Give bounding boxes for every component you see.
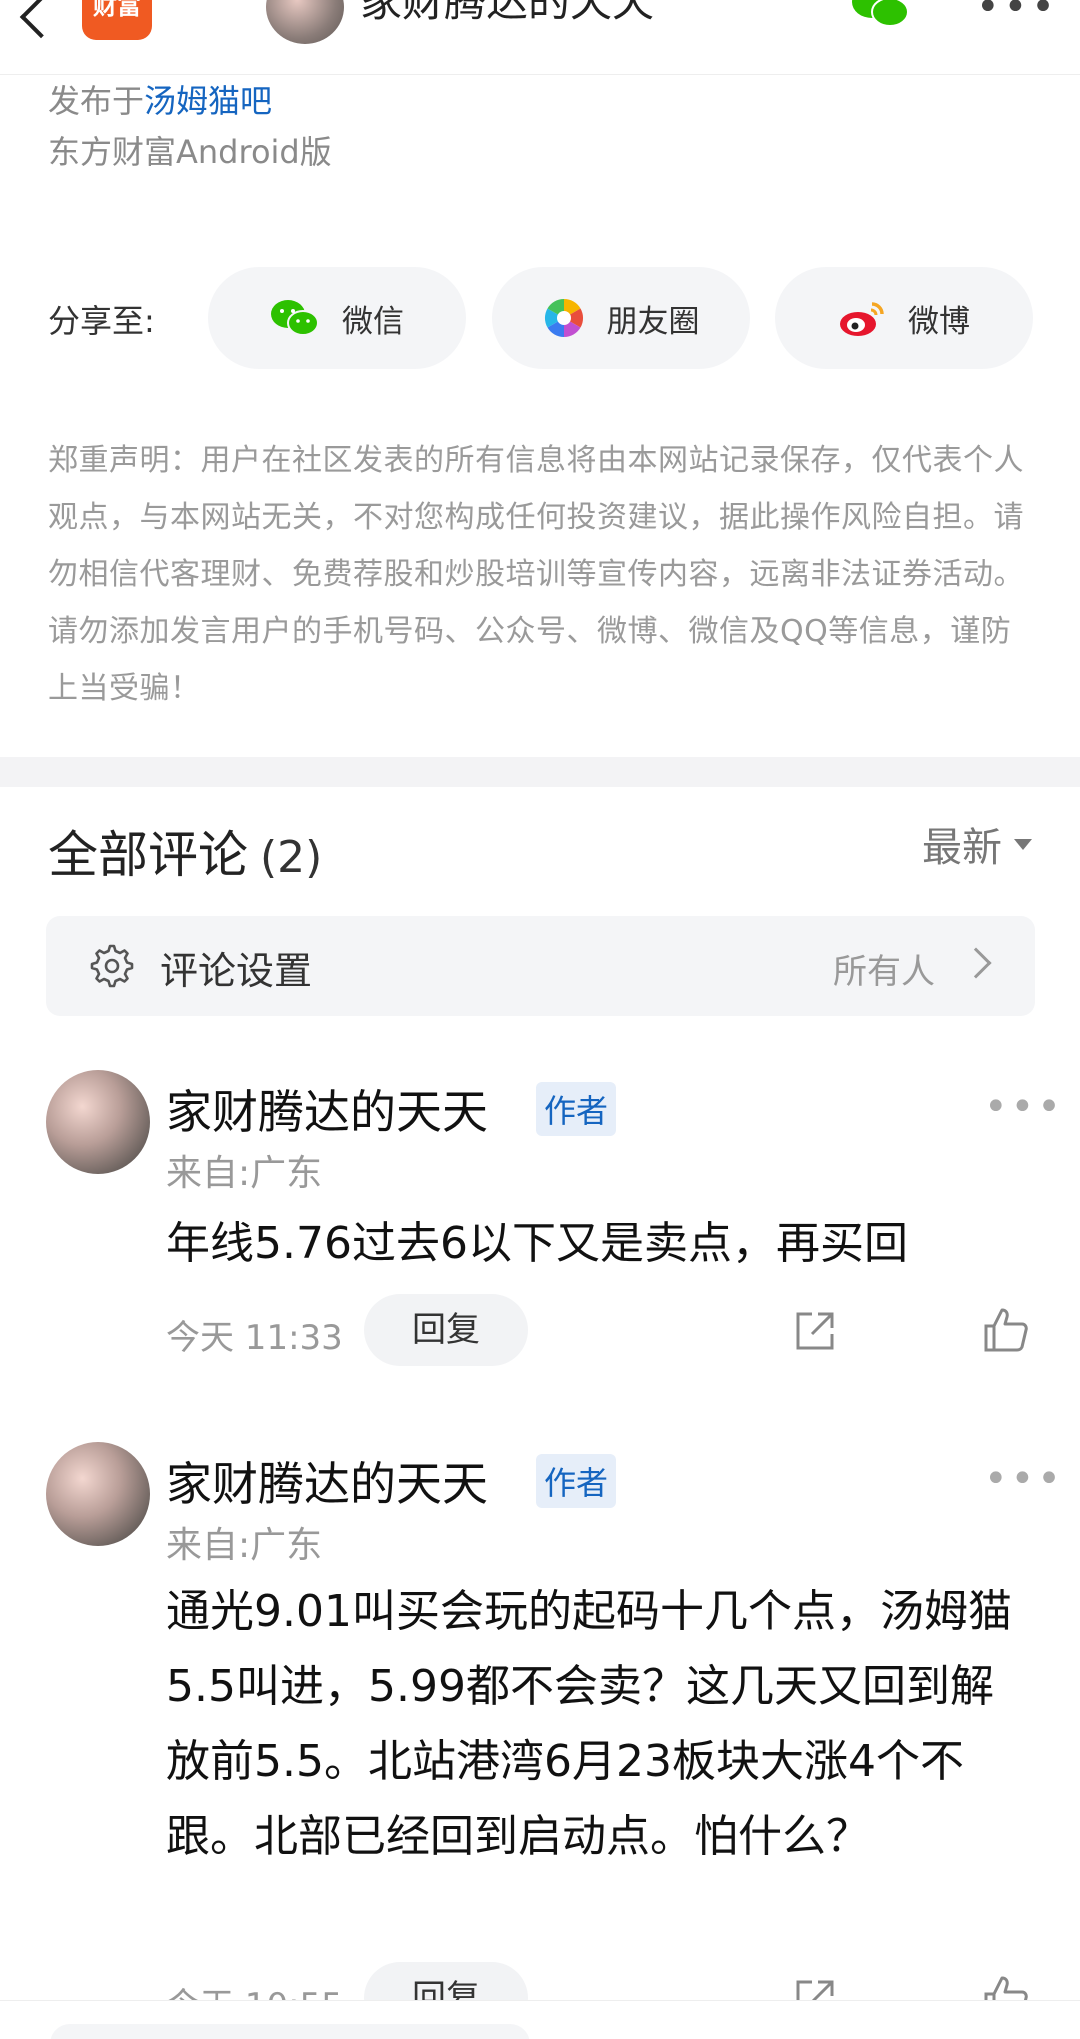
caret-down-icon [1014,838,1032,850]
share-label: 分享至: [48,302,155,340]
thumbs-up-icon[interactable] [980,1304,1030,1354]
comment-settings-row[interactable]: 评论设置 所有人 [46,916,1035,1016]
app-logo: 财富 [82,0,152,40]
sort-dropdown[interactable]: 最新 [922,815,1032,873]
avatar[interactable] [46,1070,150,1174]
author-badge: 作者 [536,1082,617,1136]
wechat-icon [270,298,320,338]
comment-input-field[interactable] [50,2024,530,2039]
comment-settings-label: 评论设置 [160,949,313,993]
chevron-right-icon [960,947,992,979]
post-origin: 发布于汤姆猫吧 [48,76,272,122]
share-wechat-label: 微信 [342,303,404,340]
comment-body: 通光9.01叫买会玩的起码十几个点，汤姆猫5.5叫进，5.99都不会卖？这几天又… [166,1586,1012,1862]
reply-button[interactable]: 回复 [364,1294,528,1366]
back-arrow-icon[interactable] [19,0,63,39]
comment-settings-value: 所有人 [833,952,935,992]
sort-label: 最新 [922,825,1002,871]
author-badge: 作者 [536,1454,617,1508]
post-client: 东方财富Android版 [48,133,332,171]
comment-body: 年线5.76过去6以下又是卖点，再买回 [166,1218,908,1269]
more-options-icon[interactable]: ••• [984,1459,1064,1499]
comment-location: 来自:广东 [166,1525,323,1566]
section-divider [0,757,1080,787]
gear-icon [90,944,134,988]
commenter-name[interactable]: 家财腾达的天天 [166,1076,488,1142]
more-options-icon[interactable]: ••• [984,1087,1064,1127]
weibo-icon [838,298,886,338]
share-moments-label: 朋友圈 [606,303,700,340]
wechat-icon[interactable] [850,0,910,30]
bar-link[interactable]: 汤姆猫吧 [144,82,272,120]
share-icon[interactable] [792,1308,838,1354]
comments-count: (2) [260,832,323,883]
share-wechat-button[interactable]: 微信 [208,267,466,369]
top-nav-bar: 财富 家财腾达的天天 ••• [0,0,1080,75]
author-avatar[interactable] [266,0,344,44]
disclaimer-text: 郑重声明：用户在社区发表的所有信息将由本网站记录保存，仅代表个人观点，与本网站无… [48,443,1024,706]
page-title: 家财腾达的天天 [360,0,655,26]
posted-prefix: 发布于 [48,82,145,120]
avatar[interactable] [46,1442,150,1546]
comments-title-label: 全部评论 [48,826,248,884]
commenter-name[interactable]: 家财腾达的天天 [166,1448,488,1514]
comment-location: 来自:广东 [166,1153,323,1194]
share-moments-button[interactable]: 朋友圈 [492,267,750,369]
share-weibo-label: 微博 [908,303,970,340]
more-options-icon[interactable]: ••• [976,0,1059,27]
moments-icon [543,297,585,339]
comment-time: 今天 11:33 [166,1318,343,1358]
comments-title: 全部评论 (2) [48,815,322,887]
share-weibo-button[interactable]: 微博 [775,267,1033,369]
